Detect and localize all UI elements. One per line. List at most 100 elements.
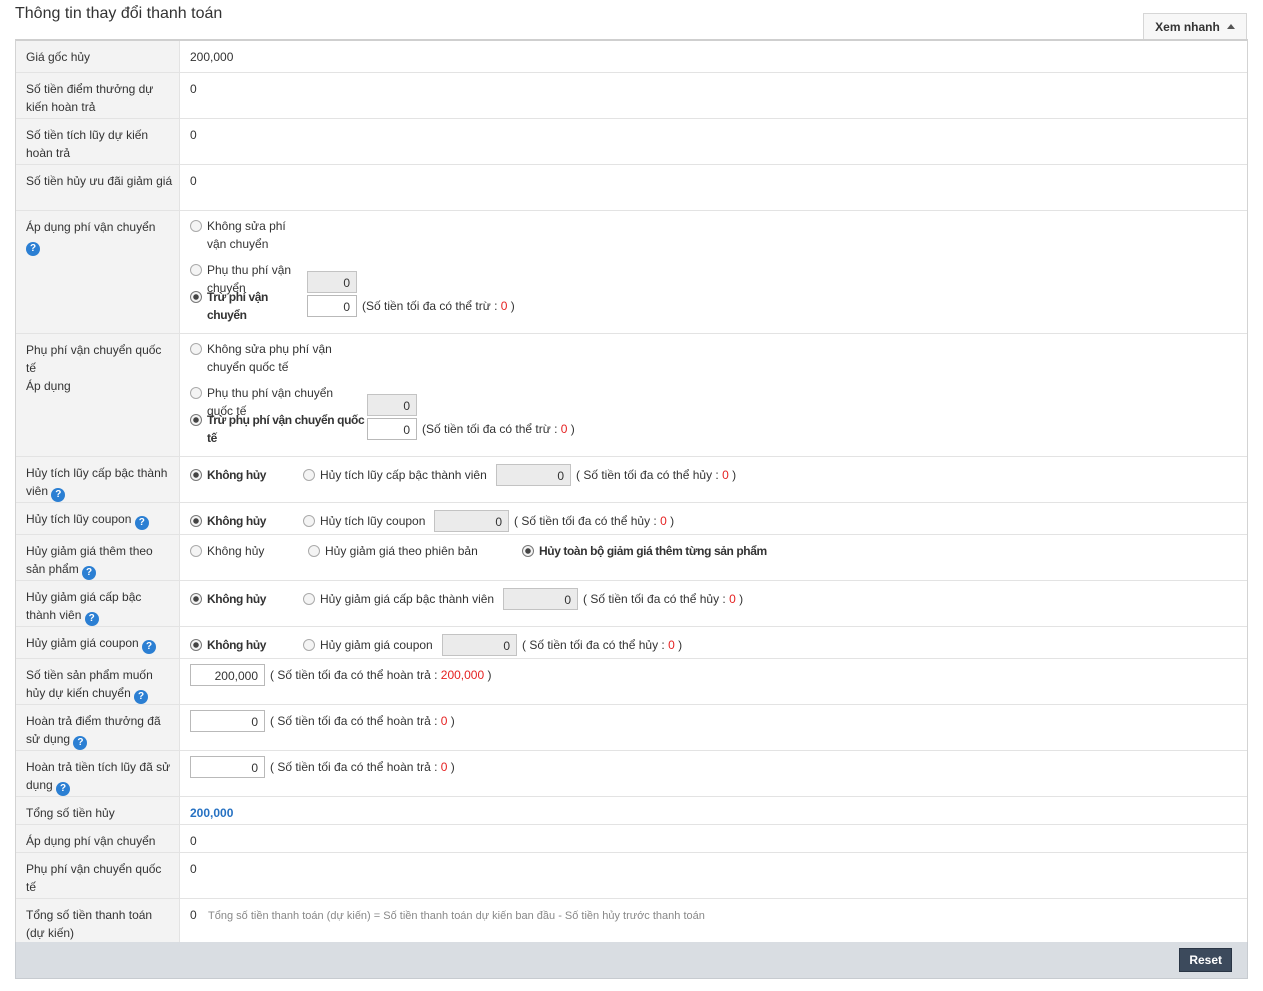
radio-coupon-disc-keep[interactable]: Không hủy <box>190 636 303 654</box>
shipping-deduct-input[interactable]: 0 <box>307 295 357 317</box>
product-amount-field: 200,000 ( Số tiền tối đa có thể hoàn trả… <box>180 659 1247 704</box>
international-shipping-label: Phụ phí vận chuyển quốc tế <box>26 343 162 375</box>
row-label: Phụ phí vận chuyển quốc tế <box>16 853 180 898</box>
quick-view-toggle[interactable]: Xem nhanh <box>1143 13 1247 39</box>
tier-accum-input[interactable]: 0 <box>496 464 571 486</box>
row-discount-cancel: Số tiền hủy ưu đãi giảm giá 0 <box>16 165 1247 211</box>
radio-coupon-disc-cancel[interactable]: Hủy giảm giá coupon <box>303 636 442 654</box>
radio-deduct-intl[interactable]: Trừ phụ phí vận chuyển quốc tế <box>190 411 367 447</box>
radio-circle-icon <box>190 291 202 303</box>
radio-circle-icon <box>190 593 202 605</box>
help-icon[interactable]: ? <box>82 566 97 580</box>
reset-button[interactable]: Reset <box>1179 948 1232 972</box>
row-points-refund: Số tiền điểm thưởng dự kiến hoàn trả 0 <box>16 73 1247 119</box>
coupon-accum-input[interactable]: 0 <box>434 510 509 532</box>
row-product-discount: Hủy giảm giá thêm theo sản phẩm ? Không … <box>16 535 1247 581</box>
shipping-fee-label: Áp dụng phí vận chuyển <box>26 220 156 234</box>
row-total-payment: Tổng số tiền thanh toán (dự kiến) 0 Tổng… <box>16 899 1247 945</box>
accumulation-used-note: ( Số tiền tối đa có thể hoàn trả : 0 ) <box>270 760 455 774</box>
radio-coupon-accum-cancel[interactable]: Hủy tích lũy coupon <box>303 512 434 530</box>
intl-option-deduct: Trừ phụ phí vận chuyển quốc tế 0 (Số tiề… <box>190 411 1237 447</box>
row-product-amount: Số tiền sản phẩm muốn hủy dự kiến chuyển… <box>16 659 1247 705</box>
radio-circle-icon <box>190 469 202 481</box>
points-used-input[interactable]: 0 <box>190 710 265 732</box>
row-shipping-fee: Áp dụng phí vận chuyển ? Không sửa phí v… <box>16 211 1247 334</box>
row-label: Áp dụng phí vận chuyển <box>16 825 180 852</box>
international-shipping-options: Không sửa phụ phí vận chuyển quốc tế Phụ… <box>180 334 1247 456</box>
row-coupon-accumulation: Hủy tích lũy coupon ? Không hủy Hủy tích… <box>16 503 1247 535</box>
row-label: Hoàn trả tiền tích lũy đã sử dụng ? <box>16 751 180 796</box>
tier-disc-note: ( Số tiền tối đa có thể hủy : 0 ) <box>583 592 744 606</box>
radio-product-disc-version[interactable]: Hủy giảm giá theo phiên bản <box>308 542 522 560</box>
radio-circle-icon <box>190 414 202 426</box>
shipping-surcharge-input[interactable]: 0 <box>307 271 357 293</box>
intl-surcharge-input[interactable]: 0 <box>367 394 417 416</box>
intl-option-surcharge: Phụ thu phí vận chuyển quốc tế 0 <box>190 384 1237 418</box>
total-payment-value: 0 <box>190 908 197 922</box>
radio-product-disc-keep[interactable]: Không hủy <box>190 542 308 560</box>
row-total-cancel: Tổng số tiền hủy 200,000 <box>16 797 1247 825</box>
accumulation-refund-value: 0 <box>190 128 197 142</box>
original-price-value: 200,000 <box>190 50 234 64</box>
radio-tier-disc-cancel[interactable]: Hủy giảm giá cấp bậc thành viên <box>303 590 503 608</box>
row-shipping-applied: Áp dụng phí vận chuyển 0 <box>16 825 1247 853</box>
points-refund-value: 0 <box>190 82 197 96</box>
total-payment-formula: Tổng số tiền thanh toán (dự kiến) = Số t… <box>208 910 705 922</box>
help-icon[interactable]: ? <box>56 782 71 796</box>
product-amount-input[interactable]: 200,000 <box>190 664 265 686</box>
row-label: Hoàn trả điểm thưởng đã sử dụng ? <box>16 705 180 750</box>
radio-circle-icon <box>190 515 202 527</box>
coupon-accumulation-options: Không hủy Hủy tích lũy coupon 0 ( Số tiề… <box>180 503 1247 534</box>
radio-no-change-intl[interactable]: Không sửa phụ phí vận chuyển quốc tế <box>190 340 340 376</box>
coupon-disc-input[interactable]: 0 <box>442 634 517 656</box>
payment-change-table: Giá gốc hủy 200,000 Số tiền điểm thưởng … <box>15 39 1248 946</box>
shipping-option-surcharge: Phụ thu phí vận chuyển 0 <box>190 261 1237 295</box>
shipping-applied-value: 0 <box>190 834 197 848</box>
radio-deduct-shipping[interactable]: Trừ phí vận chuyển <box>190 288 307 324</box>
help-icon[interactable]: ? <box>73 736 88 750</box>
radio-tier-accum-cancel[interactable]: Hủy tích lũy cấp bậc thành viên <box>303 466 496 484</box>
help-icon[interactable]: ? <box>142 640 157 654</box>
radio-coupon-accum-keep[interactable]: Không hủy <box>190 512 303 530</box>
footer-bar: Reset <box>15 942 1248 979</box>
shipping-option-deduct: Trừ phí vận chuyển 0 (Số tiền tối đa có … <box>190 288 1237 324</box>
page-title: Thông tin thay đổi thanh toán <box>15 5 223 22</box>
radio-tier-disc-keep[interactable]: Không hủy <box>190 590 303 608</box>
tier-disc-input[interactable]: 0 <box>503 588 578 610</box>
row-tier-accumulation: Hủy tích lũy cấp bậc thành viên ? Không … <box>16 457 1247 503</box>
coupon-disc-note: ( Số tiền tối đa có thể hủy : 0 ) <box>522 638 683 652</box>
help-icon[interactable]: ? <box>26 242 40 256</box>
radio-product-disc-all[interactable]: Hủy toàn bộ giảm giá thêm từng sản phẩm <box>522 542 767 560</box>
radio-circle-icon <box>190 264 202 276</box>
accumulation-used-input[interactable]: 0 <box>190 756 265 778</box>
radio-circle-icon <box>303 593 315 605</box>
international-apply-label: Áp dụng <box>26 379 71 393</box>
help-icon[interactable]: ? <box>134 516 149 530</box>
row-label: Hủy giảm giá cấp bậc thành viên ? <box>16 581 180 626</box>
row-label: Phụ phí vận chuyển quốc tế Áp dụng <box>16 334 180 456</box>
help-icon[interactable]: ? <box>84 612 99 626</box>
row-accumulation-used: Hoàn trả tiền tích lũy đã sử dụng ? 0 ( … <box>16 751 1247 797</box>
radio-circle-icon <box>190 639 202 651</box>
radio-circle-icon <box>190 343 202 355</box>
intl-deduct-input[interactable]: 0 <box>367 418 417 440</box>
radio-circle-icon <box>522 545 534 557</box>
row-points-used: Hoàn trả điểm thưởng đã sử dụng ? 0 ( Số… <box>16 705 1247 751</box>
radio-circle-icon <box>303 469 315 481</box>
discount-cancel-value: 0 <box>190 174 197 188</box>
row-label: Số tiền hủy ưu đãi giảm giá <box>16 165 180 210</box>
coupon-discount-options: Không hủy Hủy giảm giá coupon 0 ( Số tiề… <box>180 627 1247 658</box>
product-discount-options: Không hủy Hủy giảm giá theo phiên bản Hủ… <box>180 535 1247 580</box>
radio-circle-icon <box>190 545 202 557</box>
international-fee-value: 0 <box>190 862 197 876</box>
row-label: Tổng số tiền thanh toán (dự kiến) <box>16 899 180 945</box>
radio-tier-accum-keep[interactable]: Không hủy <box>190 466 303 484</box>
row-label: Hủy giảm giá coupon ? <box>16 627 180 658</box>
help-icon[interactable]: ? <box>51 488 66 502</box>
row-original-price: Giá gốc hủy 200,000 <box>16 41 1247 73</box>
row-tier-discount: Hủy giảm giá cấp bậc thành viên ? Không … <box>16 581 1247 627</box>
total-cancel-value: 200,000 <box>190 806 234 820</box>
radio-circle-icon <box>308 545 320 557</box>
help-icon[interactable]: ? <box>134 690 149 704</box>
radio-no-change-shipping[interactable]: Không sửa phí vận chuyển <box>190 217 300 253</box>
